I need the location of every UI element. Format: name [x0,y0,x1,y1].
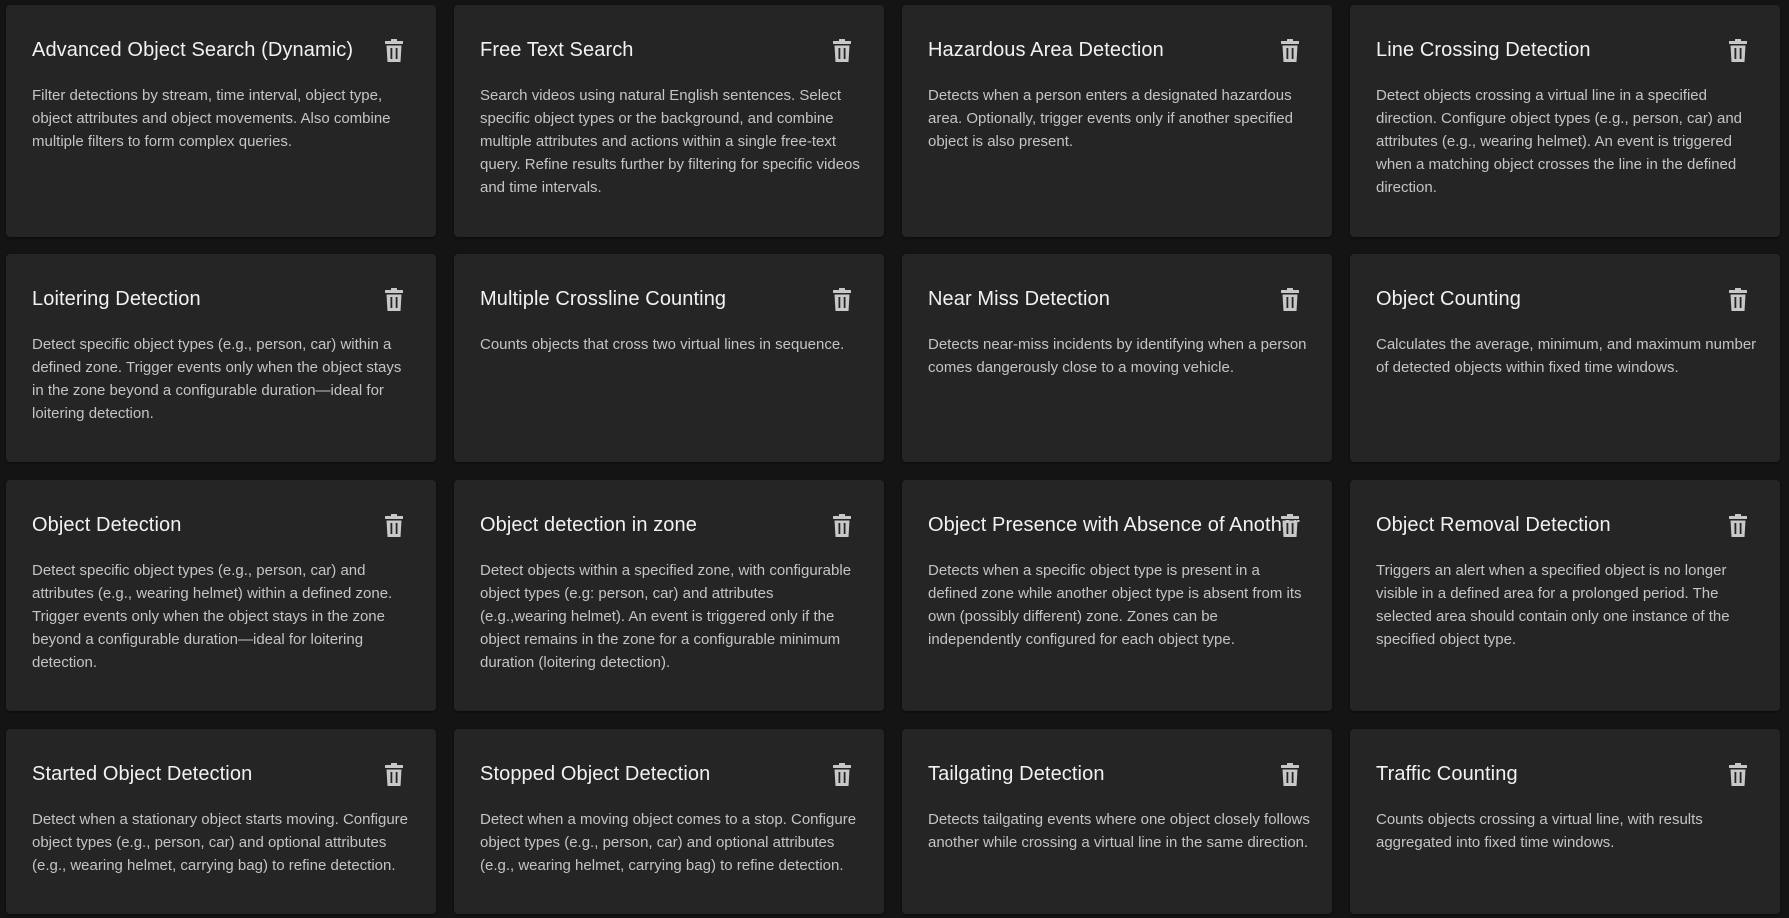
trash-icon[interactable] [832,288,852,312]
trash-icon[interactable] [1728,763,1748,787]
card-title: Loitering Detection [32,288,201,310]
use-case-card[interactable]: Loitering Detection Detect specific objec… [6,254,436,462]
card-title: Object Counting [1376,288,1521,310]
trash-icon[interactable] [1280,288,1300,312]
use-case-card[interactable]: Object detection in zone Detect objects w… [454,480,884,711]
card-title: Object Removal Detection [1376,514,1611,536]
trash-icon[interactable] [1728,39,1748,63]
trash-icon[interactable] [832,39,852,63]
card-description: Detect objects within a specified zone, … [480,562,852,671]
card-title: Started Object Detection [32,763,253,785]
use-case-card[interactable]: Multiple Crossline Counting Counts object… [454,254,884,462]
card-title: Multiple Crossline Counting [480,288,727,310]
card-description: Detects tailgating events where one obje… [928,811,1310,851]
card-description: Detect specific object types (e.g., pers… [32,562,393,671]
use-case-card[interactable]: Stopped Object Detection Detect when a mo… [454,729,884,914]
use-case-card[interactable]: Line Crossing Detection Detect objects cr… [1350,5,1780,237]
card-description: Calculates the average, minimum, and max… [1376,336,1757,376]
card-description: Detects when a specific object type is p… [928,562,1302,648]
card-description: Triggers an alert when a specified objec… [1376,562,1730,648]
card-title: Near Miss Detection [928,288,1110,310]
card-title: Object Detection [32,514,182,536]
card-description: Search videos using natural English sent… [480,87,860,196]
card-title: Hazardous Area Detection [928,39,1164,61]
trash-icon[interactable] [384,514,404,538]
card-description: Detects when a person enters a designate… [928,87,1293,150]
card-title: Object Presence with Absence of Another [928,514,1300,536]
card-title: Object detection in zone [480,514,697,536]
trash-icon[interactable] [1280,763,1300,787]
use-case-card[interactable]: Hazardous Area Detection Detects when a p… [902,5,1332,237]
use-case-card[interactable]: Object Detection Detect specific object t… [6,480,436,711]
use-case-card[interactable]: Object Counting Calculates the average, m… [1350,254,1780,462]
use-case-card[interactable]: Object Presence with Absence of Another D… [902,480,1332,711]
trash-icon[interactable] [1728,514,1748,538]
card-title: Line Crossing Detection [1376,39,1591,61]
use-case-card[interactable]: Advanced Object Search (Dynamic) Filter d… [6,5,436,237]
trash-icon[interactable] [1728,288,1748,312]
trash-icon[interactable] [1280,39,1300,63]
card-description: Detect when a stationary object starts m… [32,811,409,874]
trash-icon[interactable] [832,763,852,787]
use-case-grid: Advanced Object Search (Dynamic) Filter d… [0,0,1789,918]
use-case-card[interactable]: Started Object Detection Detect when a st… [6,729,436,914]
trash-icon[interactable] [384,288,404,312]
card-title: Free Text Search [480,39,634,61]
card-description: Detect objects crossing a virtual line i… [1376,87,1743,196]
card-description: Counts objects that cross two virtual li… [480,336,845,353]
card-description: Counts objects crossing a virtual line, … [1376,811,1703,851]
card-title: Traffic Counting [1376,763,1518,785]
card-description: Filter detections by stream, time interv… [32,87,391,150]
trash-icon[interactable] [832,514,852,538]
card-title: Advanced Object Search (Dynamic) [32,39,354,61]
trash-icon[interactable] [384,763,404,787]
use-case-card[interactable]: Near Miss Detection Detects near-miss inc… [902,254,1332,462]
use-case-card[interactable]: Free Text Search Search videos using natu… [454,5,884,237]
card-title: Tailgating Detection [928,763,1105,785]
card-description: Detect when a moving object comes to a s… [480,811,857,874]
card-description: Detects near-miss incidents by identifyi… [928,336,1307,376]
card-description: Detect specific object types (e.g., pers… [32,336,402,422]
card-title: Stopped Object Detection [480,763,711,785]
use-case-card[interactable]: Traffic Counting Counts objects crossing … [1350,729,1780,914]
use-case-card[interactable]: Object Removal Detection Triggers an aler… [1350,480,1780,711]
trash-icon[interactable] [1280,514,1300,538]
trash-icon[interactable] [384,39,404,63]
use-case-card[interactable]: Tailgating Detection Detects tailgating e… [902,729,1332,914]
